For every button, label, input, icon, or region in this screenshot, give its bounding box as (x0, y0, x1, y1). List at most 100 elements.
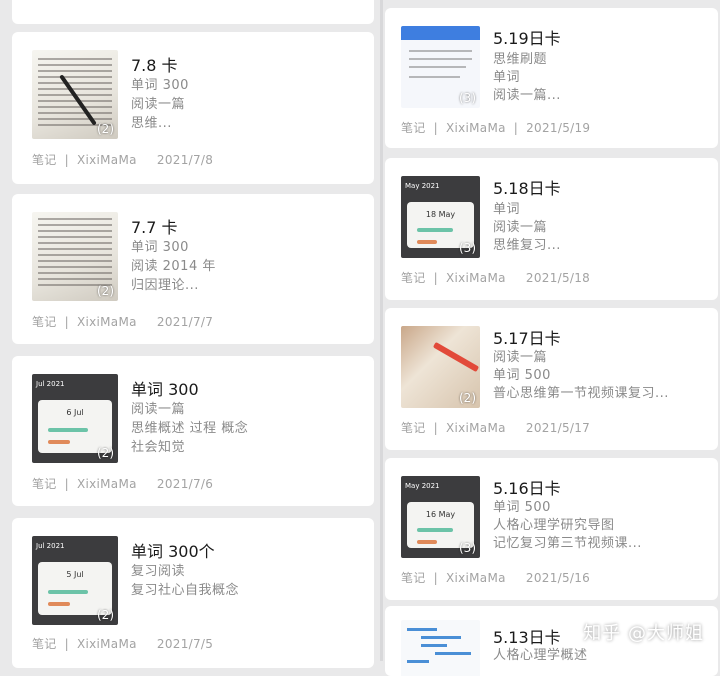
note-title[interactable]: 7.8 卡 (131, 52, 178, 76)
note-thumbnail[interactable] (401, 620, 480, 676)
note-line: 思维刷题 (493, 52, 548, 67)
note-author[interactable]: XixiMaMa (77, 637, 137, 651)
note-line: 归因理论... (131, 278, 199, 293)
thumb-header: May 2021 (405, 182, 440, 190)
note-title[interactable]: 5.18日卡 (493, 175, 561, 199)
note-meta: 笔记 | XixiMaMa 2021/7/6 (32, 475, 213, 492)
thumb-header: May 2021 (405, 482, 440, 490)
pencil-icon (432, 341, 480, 373)
meta-separator (514, 271, 518, 285)
note-line: 阅读一篇 (493, 220, 548, 235)
left-column: (2) 7.8 卡 单词 300 阅读一篇 思维... 笔记 | XixiMaMa … (0, 0, 382, 668)
note-card[interactable]: (3) 5.19日卡 思维刷题 单词 阅读一篇... 笔记 | XixiMaMa | 2… (385, 8, 718, 148)
note-card[interactable]: (2) 5.17日卡 阅读一篇 单词 500 普心思维第一节视频课复习... 笔… (385, 308, 718, 450)
note-line: 阅读 2014 年 (131, 259, 216, 274)
note-title[interactable]: 单词 300 (131, 376, 199, 400)
image-count-badge: (2) (97, 284, 114, 298)
note-thumbnail[interactable]: (2) (401, 326, 480, 408)
note-thumbnail[interactable]: (2) (32, 50, 118, 139)
note-title[interactable]: 7.7 卡 (131, 214, 178, 238)
meta-separator: | (64, 477, 69, 491)
meta-separator: | (433, 421, 438, 435)
note-line: 单词 (493, 202, 521, 217)
thumb-header: Jul 2021 (36, 380, 65, 388)
note-line: 阅读一篇 (493, 350, 548, 365)
note-author[interactable]: XixiMaMa (446, 121, 506, 135)
note-meta: 笔记 | XixiMaMa | 2021/5/19 (401, 119, 590, 136)
note-thumbnail[interactable]: Jul 2021 5 Jul (2) (32, 536, 118, 625)
image-count-badge: (3) (459, 241, 476, 255)
thumb-date: 18 May (425, 210, 456, 219)
note-meta: 笔记 | XixiMaMa 2021/5/18 (401, 269, 590, 286)
note-card[interactable]: Jul 2021 6 Jul (2) 单词 300 阅读一篇 思维概述 过程 概… (12, 356, 374, 506)
note-line: 记忆复习第三节视频课... (493, 536, 642, 551)
note-meta: 笔记 | XixiMaMa 2021/5/16 (401, 569, 590, 586)
note-card[interactable]: (2) 7.7 卡 单词 300 阅读 2014 年 归因理论... 笔记 | Xi… (12, 194, 374, 344)
note-author[interactable]: XixiMaMa (446, 271, 506, 285)
note-meta: 笔记 | XixiMaMa 2021/7/8 (32, 151, 213, 168)
thumb-date: 16 May (425, 510, 456, 519)
note-line: 阅读一篇 (131, 402, 186, 417)
note-author[interactable]: XixiMaMa (77, 315, 137, 329)
meta-separator: | (64, 153, 69, 167)
note-meta: 笔记 | XixiMaMa 2021/5/17 (401, 419, 590, 436)
note-card[interactable]: Jul 2021 5 Jul (2) 单词 300个 复习阅读 复习社心自我概念… (12, 518, 374, 668)
note-author[interactable]: XixiMaMa (77, 477, 137, 491)
note-type: 笔记 (401, 271, 426, 285)
note-line: 单词 300 (131, 78, 189, 93)
meta-separator (514, 421, 518, 435)
meta-separator: | (433, 271, 438, 285)
note-thumbnail[interactable]: (2) (32, 212, 118, 301)
note-type: 笔记 (32, 315, 57, 329)
image-count-badge: (2) (97, 122, 114, 136)
zhihu-watermark: 知乎 @大师姐 (583, 623, 704, 644)
note-line: 人格心理学概述 (493, 648, 588, 663)
note-title[interactable]: 单词 300个 (131, 538, 215, 562)
note-date: 2021/5/16 (525, 571, 591, 585)
note-date: 2021/7/8 (156, 153, 214, 167)
note-date: 2021/5/17 (525, 421, 591, 435)
note-thumbnail[interactable]: Jul 2021 6 Jul (2) (32, 374, 118, 463)
note-line: 单词 500 (493, 368, 551, 383)
note-line: 社会知觉 (131, 440, 186, 455)
note-title[interactable]: 5.19日卡 (493, 25, 561, 49)
note-line: 单词 (493, 70, 521, 85)
note-author[interactable]: XixiMaMa (446, 421, 506, 435)
note-line: 复习阅读 (131, 564, 186, 579)
note-type: 笔记 (32, 477, 57, 491)
note-thumbnail[interactable]: May 2021 18 May (3) (401, 176, 480, 258)
note-thumbnail[interactable]: May 2021 16 May (3) (401, 476, 480, 558)
note-card[interactable]: May 2021 16 May (3) 5.16日卡 单词 500 人格心理学研… (385, 458, 718, 600)
note-card[interactable]: May 2021 18 May (3) 5.18日卡 单词 阅读一篇 思维复习.… (385, 158, 718, 300)
meta-separator (145, 477, 149, 491)
image-count-badge: (3) (459, 91, 476, 105)
note-line: 普心思维第一节视频课复习... (493, 386, 669, 401)
note-card[interactable]: (2) 7.8 卡 单词 300 阅读一篇 思维... 笔记 | XixiMaMa … (12, 32, 374, 184)
meta-separator: | (64, 315, 69, 329)
note-type: 笔记 (401, 121, 426, 135)
note-line: 复习社心自我概念 (131, 583, 240, 598)
note-meta: 笔记 | XixiMaMa 2021/7/5 (32, 635, 213, 652)
note-line: 阅读一篇... (493, 88, 561, 103)
note-line: 思维... (131, 116, 172, 131)
right-column: (3) 5.19日卡 思维刷题 单词 阅读一篇... 笔记 | XixiMaMa | 2… (383, 0, 720, 676)
note-date: 2021/5/19 (526, 121, 591, 135)
note-line: 人格心理学研究导图 (493, 518, 615, 533)
note-type: 笔记 (401, 571, 426, 585)
thumb-header: Jul 2021 (36, 542, 65, 550)
note-author[interactable]: XixiMaMa (77, 153, 137, 167)
image-count-badge: (2) (459, 391, 476, 405)
card-top-partial[interactable] (12, 0, 374, 24)
meta-separator: | (433, 571, 438, 585)
meta-separator (514, 571, 518, 585)
image-count-badge: (2) (97, 608, 114, 622)
note-thumbnail[interactable]: (3) (401, 26, 480, 108)
note-date: 2021/5/18 (525, 271, 591, 285)
note-line: 单词 300 (131, 240, 189, 255)
note-meta: 笔记 | XixiMaMa 2021/7/7 (32, 313, 213, 330)
note-author[interactable]: XixiMaMa (446, 571, 506, 585)
meta-separator: | (433, 121, 438, 135)
note-line: 思维概述 过程 概念 (131, 421, 249, 436)
note-date: 2021/7/7 (156, 315, 214, 329)
note-type: 笔记 (401, 421, 426, 435)
